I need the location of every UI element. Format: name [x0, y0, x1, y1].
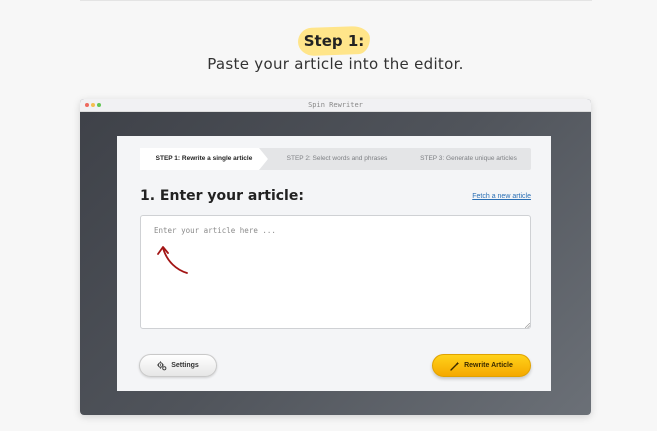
window-title: Spin Rewriter: [308, 101, 363, 109]
top-divider: [80, 0, 592, 1]
gears-icon: [157, 360, 167, 370]
fetch-article-link[interactable]: Fetch a new article: [472, 193, 531, 200]
tab-step-1[interactable]: STEP 1: Rewrite a single article: [140, 148, 268, 170]
settings-button[interactable]: Settings: [139, 354, 217, 377]
tab-step-2[interactable]: STEP 2: Select words and phrases: [272, 148, 402, 170]
app-window: Spin Rewriter STEP 1: Rewrite a single a…: [80, 99, 591, 415]
page-subtitle: Paste your article into the editor.: [207, 55, 464, 73]
rewrite-label: Rewrite Article: [464, 362, 513, 369]
step-badge-label: Step 1:: [303, 32, 365, 50]
window-titlebar: Spin Rewriter: [80, 99, 591, 112]
step-badge: Step 1:: [297, 25, 371, 57]
rewrite-article-button[interactable]: Rewrite Article: [432, 354, 531, 377]
article-input[interactable]: [140, 215, 531, 329]
step-tabs: STEP 1: Rewrite a single article STEP 2:…: [140, 148, 531, 170]
tab-step-3[interactable]: STEP 3: Generate unique articles: [406, 148, 531, 170]
editor-panel: STEP 1: Rewrite a single article STEP 2:…: [117, 136, 551, 391]
settings-label: Settings: [171, 362, 199, 369]
section-heading: 1. Enter your article:: [140, 188, 304, 204]
magic-wand-icon: [450, 361, 460, 371]
